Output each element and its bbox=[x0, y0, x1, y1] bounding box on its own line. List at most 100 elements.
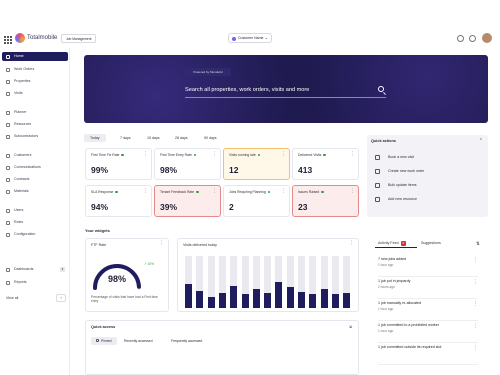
more-icon[interactable]: ⋮ bbox=[159, 240, 164, 246]
kpi-value: 2 bbox=[229, 202, 234, 212]
sidebar-item-label: Customers bbox=[14, 153, 32, 157]
sidebar-item-properties[interactable]: Properties bbox=[2, 77, 68, 86]
ftf-rate-widget: FTF Rate ⋮ 98% ↗ 10% Percentage of visit… bbox=[85, 238, 169, 312]
kpi-card[interactable]: Jobs Requiring Planning ⋮ 2 bbox=[223, 185, 290, 217]
quick-action-label: Add new resource bbox=[388, 197, 417, 201]
kpi-title: Delivered Visits bbox=[298, 153, 326, 157]
quick-actions-title: Quick actions bbox=[371, 139, 396, 143]
tab-15-days[interactable]: 15 days bbox=[141, 134, 166, 142]
refresh-icon bbox=[375, 183, 380, 188]
quick-action-item[interactable]: Create new work order bbox=[375, 169, 424, 174]
breadcrumb[interactable]: Job Management bbox=[61, 34, 97, 43]
sidebar-item-planner[interactable]: Planner bbox=[2, 108, 68, 117]
tab-frequently-accessed[interactable]: Frequently accessed bbox=[166, 337, 207, 345]
activity-time: 2 hours ago bbox=[378, 285, 395, 289]
quick-action-item[interactable]: Add new resource bbox=[375, 197, 417, 202]
search-input[interactable]: Search all properties, work orders, visi… bbox=[185, 87, 309, 93]
active-tab-underline bbox=[375, 247, 417, 248]
kpi-title: First Time Fix Rate bbox=[91, 153, 124, 157]
sidebar-item-materials[interactable]: Materials bbox=[2, 187, 68, 196]
sidebar-item-label: Properties bbox=[14, 79, 31, 83]
sidebar-item-home[interactable]: Home bbox=[2, 52, 68, 61]
kpi-value: 94% bbox=[91, 202, 109, 212]
kpi-card[interactable]: First Time Fix Rate ⋮ 99% bbox=[85, 148, 152, 180]
more-icon[interactable]: ⋮ bbox=[143, 151, 148, 157]
tab-activity-feed[interactable]: Activity Feed 3 bbox=[378, 241, 406, 246]
more-icon[interactable]: ⋮ bbox=[350, 188, 355, 194]
sidebar-item-reports[interactable]: Reports bbox=[2, 278, 68, 287]
help-icon[interactable] bbox=[457, 35, 464, 42]
tab-7-days[interactable]: 7 days bbox=[114, 134, 137, 142]
visits-bar bbox=[286, 286, 294, 308]
more-icon[interactable]: ⋮ bbox=[281, 188, 286, 194]
filter-icon[interactable]: ⇅ bbox=[476, 241, 480, 247]
sidebar-item-label: Materials bbox=[14, 189, 29, 193]
kpi-card[interactable]: First Time Entry Rate ⋮ 98% bbox=[154, 148, 221, 180]
kpi-card[interactable]: SLA Response ⋮ 94% bbox=[85, 185, 152, 217]
kpi-card[interactable]: Tenant Feedback Rate ⋮ 39% bbox=[154, 185, 221, 217]
customer-select[interactable]: Customer Name ⌄ bbox=[228, 33, 272, 43]
tab-pinned[interactable]: Pinned bbox=[91, 337, 117, 345]
activity-time: 1 hour ago bbox=[378, 307, 394, 311]
quick-actions-panel: Quick actions ⌃ Book a new visit Create n… bbox=[367, 135, 488, 217]
kpi-title-text: Visits running late bbox=[229, 153, 256, 157]
more-icon[interactable]: ⋮ bbox=[473, 323, 478, 329]
more-icon[interactable]: ⋮ bbox=[473, 257, 478, 263]
avatar[interactable] bbox=[482, 33, 492, 43]
sidebar-item-contracts[interactable]: Contracts bbox=[2, 175, 68, 184]
sidebar-item-visits[interactable]: Visits bbox=[2, 89, 68, 98]
sidebar-item-dashboards[interactable]: Dashboards 3 bbox=[2, 265, 68, 274]
sidebar-item-configuration[interactable]: Configuration bbox=[2, 230, 68, 239]
status-dot-icon bbox=[193, 153, 197, 156]
app-grid-icon[interactable] bbox=[4, 36, 12, 44]
quick-action-item[interactable]: Book a new visit bbox=[375, 155, 414, 160]
visits-bar bbox=[230, 285, 238, 308]
collapse-icon[interactable]: ⌃ bbox=[479, 138, 483, 144]
clipboard-icon bbox=[375, 169, 380, 174]
kpi-title: Tenant Feedback Rate bbox=[160, 190, 199, 194]
global-search[interactable]: Search all properties, work orders, visi… bbox=[185, 84, 386, 98]
sidebar-item-communications[interactable]: Communications bbox=[2, 163, 68, 172]
sidebar-item-work-orders[interactable]: Work Orders bbox=[2, 65, 68, 74]
visits-bar bbox=[343, 292, 351, 308]
kpi-card[interactable]: Delivered Visits ⋮ 413 bbox=[292, 148, 359, 180]
tab-today[interactable]: Today bbox=[84, 134, 106, 142]
more-icon[interactable]: ⋮ bbox=[212, 151, 217, 157]
kpi-card[interactable]: Visits running late ⋮ 12 bbox=[223, 148, 290, 180]
sidebar-item-subcontractors[interactable]: Subcontractors bbox=[2, 132, 68, 141]
collapse-sidebar-button[interactable]: ‹ bbox=[56, 294, 66, 302]
activity-title: 1 job committed to a prohibited worker bbox=[378, 323, 439, 327]
tab-90-days[interactable]: 90 days bbox=[198, 134, 223, 142]
activity-item[interactable]: 1 job committed outside its required slo… bbox=[378, 345, 478, 365]
kpi-card[interactable]: Issues Raised ⋮ 23 bbox=[292, 185, 359, 217]
more-icon[interactable]: ⋮ bbox=[143, 188, 148, 194]
kpi-title-text: Tenant Feedback Rate bbox=[160, 190, 195, 194]
expand-icon[interactable]: ⇲ bbox=[349, 324, 352, 329]
sidebar-item-users[interactable]: Users bbox=[2, 206, 68, 215]
tab-suggestions[interactable]: Suggestions bbox=[421, 241, 441, 245]
more-icon[interactable]: ⋮ bbox=[473, 301, 478, 307]
more-icon[interactable]: ⋮ bbox=[473, 345, 478, 351]
activity-item[interactable]: 1 job manually re-allocated 1 hour ago ⋮ bbox=[378, 301, 478, 321]
kpi-title: Issues Raised bbox=[298, 190, 324, 194]
more-icon[interactable]: ⋮ bbox=[350, 151, 355, 157]
activity-item[interactable]: 1 job committed to a prohibited worker 1 … bbox=[378, 323, 478, 343]
more-icon[interactable]: ⋮ bbox=[281, 151, 286, 157]
activity-item[interactable]: 1 job put in jeopardy 2 hours ago ⋮ bbox=[378, 279, 478, 299]
more-icon[interactable]: ⋮ bbox=[349, 240, 354, 246]
quick-action-item[interactable]: Bulk update items bbox=[375, 183, 417, 188]
sidebar-item-customers[interactable]: Customers bbox=[2, 151, 68, 160]
search-icon[interactable] bbox=[378, 86, 384, 92]
more-icon[interactable]: ⋮ bbox=[473, 279, 478, 285]
customer-select-label: Customer Name bbox=[238, 36, 264, 40]
activity-item[interactable]: 7 new jobs added 1 hour ago ⋮ bbox=[378, 257, 478, 277]
tab-recently-accessed[interactable]: Recently accessed bbox=[119, 337, 157, 345]
activity-title: 1 job committed outside its required slo… bbox=[378, 345, 442, 349]
more-icon[interactable]: ⋮ bbox=[212, 188, 217, 194]
visits-bar bbox=[218, 292, 226, 308]
settings-icon[interactable] bbox=[469, 35, 476, 42]
tab-28-days[interactable]: 28 days bbox=[169, 134, 194, 142]
sidebar-item-roles[interactable]: Roles bbox=[2, 218, 68, 227]
view-all-link[interactable]: View all bbox=[6, 296, 18, 300]
sidebar-item-resources[interactable]: Resources bbox=[2, 120, 68, 129]
